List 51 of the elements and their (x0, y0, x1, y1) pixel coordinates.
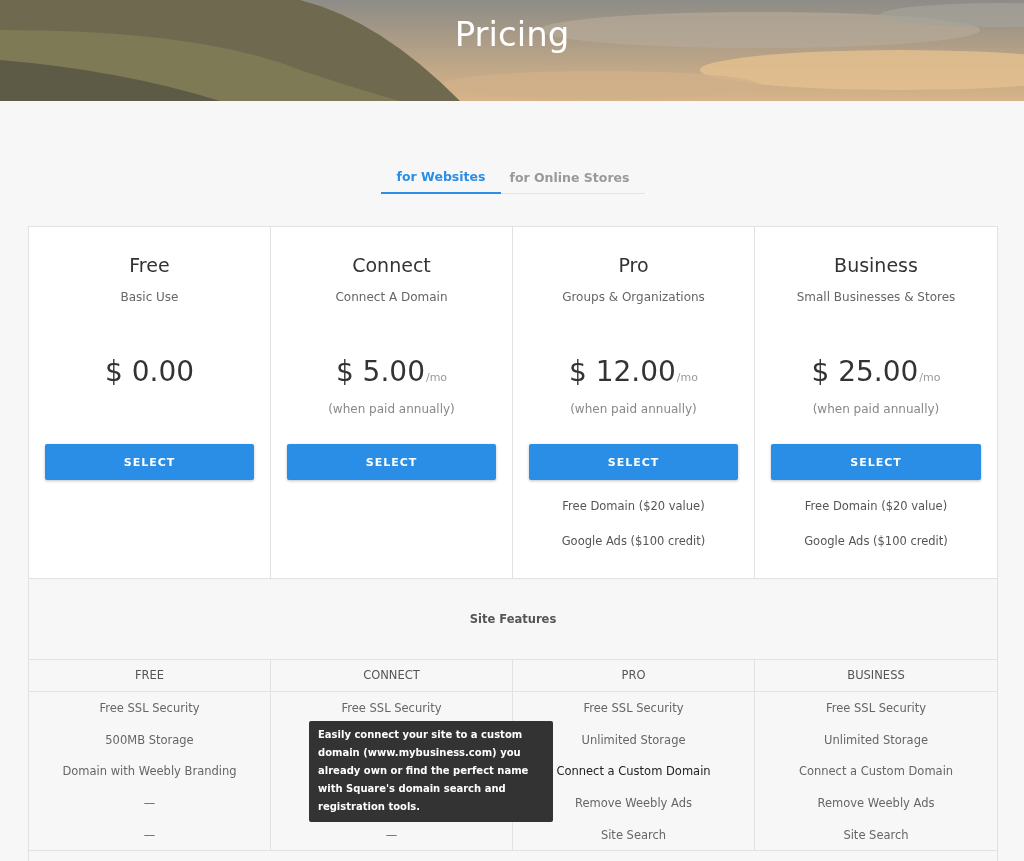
plan-perk: Google Ads ($100 credit) (804, 533, 948, 550)
price-note: (when paid annually) (570, 401, 697, 417)
price-period: /mo (919, 371, 941, 384)
plan-perk: Free Domain ($20 value) (562, 498, 705, 515)
plan-subtitle: Connect A Domain (335, 289, 448, 305)
feature-text[interactable]: Free SSL Security (826, 701, 926, 715)
feature-text[interactable]: Site Search (600, 827, 667, 842)
feature-text[interactable]: Free SSL Security (99, 701, 200, 715)
select-button[interactable]: SELECT (771, 444, 981, 480)
column-header: BUSINESS (755, 660, 997, 692)
price-period: /mo (425, 371, 448, 384)
feature-text[interactable]: Free SSL Security (341, 701, 442, 715)
feature-text[interactable]: Free SSL Security (583, 701, 684, 715)
feature-text[interactable]: Unlimited Storage (824, 732, 928, 747)
plan-name: Business (834, 253, 918, 277)
feature-text[interactable]: — (143, 796, 156, 810)
section-title: Site Features (469, 612, 557, 626)
feature-text[interactable]: Unlimited Storage (581, 732, 686, 747)
plan-name: Connect (352, 253, 431, 277)
feature-text[interactable]: Site Search (843, 827, 909, 842)
plan-subtitle: Basic Use (120, 289, 179, 305)
feature-text[interactable]: Remove Weebly Ads (817, 796, 935, 810)
select-button[interactable]: SELECT (287, 444, 496, 480)
price-note: (when paid annually) (328, 401, 455, 417)
feature-text[interactable]: Remove Weebly Ads (574, 796, 693, 810)
feature-text[interactable]: Connect a Custom Domain (556, 764, 711, 779)
column-header: FREE (29, 660, 271, 692)
price: $ 0.00 (104, 355, 195, 388)
page-title: Pricing (454, 13, 570, 56)
price: $ 12.00 (569, 355, 676, 388)
price: $ 5.00 (335, 355, 425, 388)
plan-subtitle: Groups & Organizations (562, 289, 705, 305)
column-header: CONNECT (271, 660, 513, 692)
plan-name: Free (129, 253, 170, 277)
feature-text[interactable]: Connect a Custom Domain (798, 764, 954, 779)
plan-subtitle: Small Businesses & Stores (796, 289, 956, 305)
plan-perk: Free Domain ($20 value) (804, 498, 948, 515)
feature-text[interactable]: Domain with Weebly Branding (62, 764, 237, 779)
tab[interactable]: for Websites (380, 167, 502, 194)
select-button[interactable]: SELECT (45, 444, 254, 480)
select-button[interactable]: SELECT (529, 444, 738, 480)
price-period: /mo (676, 371, 698, 384)
column-header: PRO (513, 660, 755, 692)
plan-perk: Google Ads ($100 credit) (561, 533, 706, 550)
price: $ 25.00 (811, 355, 919, 388)
feature-text[interactable]: — (385, 827, 398, 842)
tooltip: Easily connect your site to a custom domain (www.mybusiness.com) you already own or find the perfect name with Square's domain search and registration tools. (309, 721, 553, 822)
plan-name: Pro (618, 253, 649, 277)
feature-text[interactable]: 500MB Storage (105, 732, 194, 747)
feature-text[interactable]: — (143, 827, 156, 842)
price-note: (when paid annually) (812, 401, 940, 417)
